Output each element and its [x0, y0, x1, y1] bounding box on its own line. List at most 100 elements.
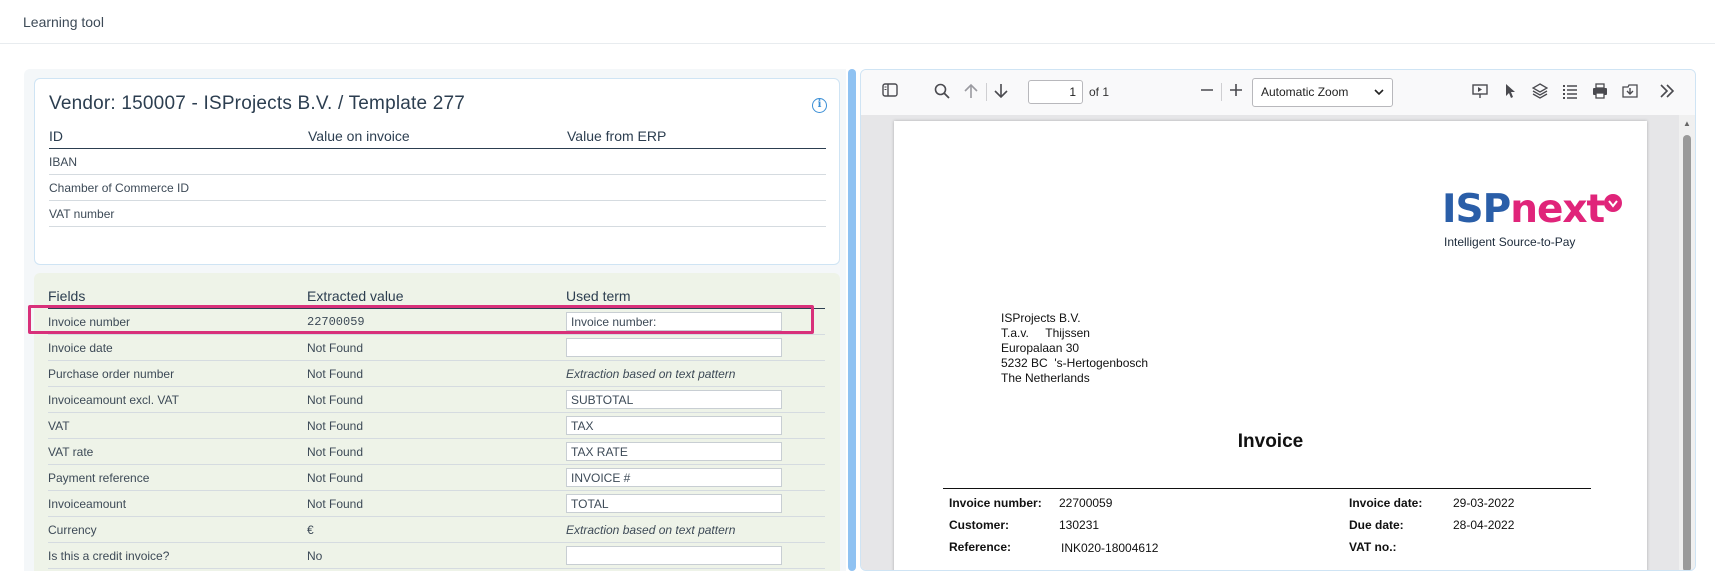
vendor-card: Vendor: 150007 - ISProjects B.V. / Templ… — [34, 78, 840, 265]
extracted-value: € — [307, 522, 314, 537]
cursor-select-icon[interactable] — [1501, 83, 1519, 101]
field-label: Currency — [48, 522, 97, 537]
invoice-date-label: Invoice date: — [1349, 496, 1423, 510]
table-row[interactable]: Currency € Extraction based on text patt… — [48, 517, 825, 543]
info-icon[interactable]: i — [812, 98, 827, 113]
field-label: Payment reference — [48, 470, 150, 485]
field-label: VAT rate — [48, 444, 94, 459]
table-row: VAT number — [49, 201, 826, 227]
invoice-date-value: 29-03-2022 — [1453, 496, 1515, 510]
address-line: Europalaan 30 — [1001, 341, 1080, 355]
toolbar-divider — [1221, 83, 1222, 101]
zoom-select-value: Automatic Zoom — [1261, 85, 1349, 99]
table-row[interactable]: Is this a credit invoice? No — [48, 543, 825, 569]
vendor-table-header: ID Value on invoice Value from ERP — [49, 123, 826, 149]
extracted-value: Not Found — [307, 340, 364, 355]
field-label: Invoiceamount excl. VAT — [48, 392, 179, 407]
page-number-input[interactable]: 1 — [1028, 80, 1083, 104]
chevron-down-icon — [1374, 79, 1384, 117]
reference-label: Reference: — [949, 540, 1012, 554]
column-header-value-from-erp: Value from ERP — [567, 127, 667, 144]
used-term-input[interactable]: INVOICE # — [566, 468, 782, 487]
page-count: of 1 — [1089, 85, 1110, 99]
extracted-value: Not Found — [307, 392, 364, 407]
due-date-value: 28-04-2022 — [1453, 518, 1515, 532]
zoom-in-icon[interactable] — [1227, 83, 1245, 101]
used-term-input[interactable]: TOTAL — [566, 494, 782, 513]
field-label: Purchase order number — [48, 366, 175, 381]
scrollbar-thumb[interactable] — [1683, 135, 1691, 570]
selected-row-highlight — [28, 305, 814, 334]
logo-badge-icon — [1604, 194, 1622, 212]
vendor-id-label: IBAN — [49, 154, 78, 169]
sidebar-toggle-icon[interactable] — [881, 83, 899, 101]
table-row[interactable]: Invoice date Not Found — [48, 335, 825, 361]
vendor-table: ID Value on invoice Value from ERP IBAN … — [49, 123, 826, 227]
pdf-viewer: 1 of 1 Automatic Zoom ISPnext Intelligen… — [860, 69, 1696, 571]
arrow-down-icon[interactable] — [992, 83, 1010, 101]
address-line: ISProjects B.V. — [1001, 311, 1081, 325]
used-term-input[interactable]: TAX RATE — [566, 442, 782, 461]
customer-label: Customer: — [949, 518, 1010, 532]
vendor-id-label: Chamber of Commerce ID — [49, 180, 190, 195]
field-label: Is this a credit invoice? — [48, 548, 170, 563]
table-row[interactable]: VAT Not Found TAX — [48, 413, 825, 439]
used-term-text: Extraction based on text pattern — [566, 366, 736, 381]
invoice-divider — [943, 488, 1591, 489]
presentation-mode-icon[interactable] — [1471, 83, 1489, 101]
layers-icon[interactable] — [1531, 83, 1549, 101]
logo-text-isp: ISP — [1442, 187, 1511, 232]
address-line: The Netherlands — [1001, 371, 1090, 385]
table-row[interactable]: VAT rate Not Found TAX RATE — [48, 439, 825, 465]
invoice-title: Invoice — [1237, 431, 1304, 452]
table-row[interactable]: Payment reference Not Found INVOICE # — [48, 465, 825, 491]
save-download-icon[interactable] — [1621, 83, 1639, 101]
table-row[interactable]: Purchase order number Not Found Extracti… — [48, 361, 825, 387]
used-term-input[interactable]: TAX — [566, 416, 782, 435]
vendor-id-label: VAT number — [49, 206, 115, 221]
company-logo: ISPnext Intelligent Source-to-Pay — [1442, 187, 1605, 249]
extracted-value: Not Found — [307, 366, 364, 381]
column-header-id: ID — [49, 127, 63, 144]
scroll-up-icon[interactable]: ▲ — [1683, 119, 1691, 128]
top-bar: Learning tool — [0, 0, 1715, 44]
recipient-address: ISProjects B.V. T.a.v. Thijssen Europala… — [1001, 311, 1148, 386]
pdf-toolbar: 1 of 1 Automatic Zoom — [861, 70, 1695, 115]
panel-splitter[interactable] — [848, 69, 856, 571]
used-term-input[interactable] — [566, 546, 782, 565]
pdf-scrollbar[interactable]: ▲ — [1679, 115, 1695, 570]
vendor-title: Vendor: 150007 - ISProjects B.V. / Templ… — [49, 93, 466, 114]
zoom-select[interactable]: Automatic Zoom — [1252, 78, 1393, 107]
due-date-label: Due date: — [1349, 518, 1404, 532]
reference-value: INK020-18004612 — [1061, 541, 1159, 555]
more-tools-icon[interactable] — [1658, 83, 1676, 101]
extracted-value: Not Found — [307, 470, 364, 485]
column-header-fields: Fields — [48, 287, 86, 304]
column-header-extracted-value: Extracted value — [307, 287, 404, 304]
column-header-used-term: Used term — [566, 287, 631, 304]
extracted-value: Not Found — [307, 418, 364, 433]
print-icon[interactable] — [1591, 83, 1609, 101]
customer-value: 130231 — [1059, 518, 1100, 532]
search-icon[interactable] — [933, 83, 951, 101]
column-header-value-on-invoice: Value on invoice — [308, 127, 410, 144]
invoice-number-label: Invoice number: — [949, 496, 1042, 510]
used-term-input[interactable]: SUBTOTAL — [566, 390, 782, 409]
arrow-up-icon[interactable] — [962, 83, 980, 101]
field-label: Invoice date — [48, 340, 113, 355]
table-row[interactable]: Invoiceamount excl. VAT Not Found SUBTOT… — [48, 387, 825, 413]
table-row[interactable]: Invoiceamount Not Found TOTAL — [48, 491, 825, 517]
table-row: IBAN — [49, 149, 826, 175]
pdf-page: ISPnext Intelligent Source-to-Pay ISProj… — [894, 121, 1647, 570]
zoom-out-icon[interactable] — [1198, 83, 1216, 101]
toolbar-divider — [986, 83, 987, 101]
extracted-value: Not Found — [307, 496, 364, 511]
extracted-value: Not Found — [307, 444, 364, 459]
used-term-input[interactable] — [566, 338, 782, 357]
outline-list-icon[interactable] — [1561, 83, 1579, 101]
app-title: Learning tool — [23, 13, 104, 30]
used-term-text: Extraction based on text pattern — [566, 522, 736, 537]
address-line: 5232 BC 's-Hertogenbosch — [1001, 356, 1149, 370]
field-label: VAT — [48, 418, 70, 433]
field-label: Invoiceamount — [48, 496, 127, 511]
